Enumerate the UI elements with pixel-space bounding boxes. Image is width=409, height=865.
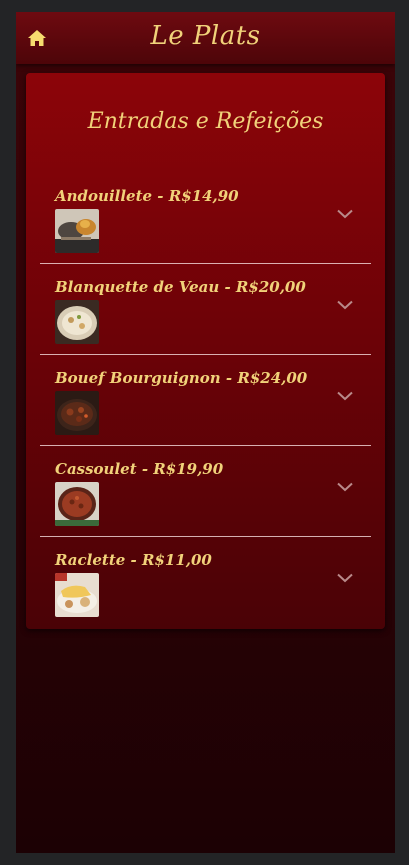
chevron-down-icon[interactable] [337, 300, 353, 310]
chevron-down-icon[interactable] [337, 391, 353, 401]
menu-item-andouillete[interactable]: Andouillete - R$14,90 [40, 173, 371, 264]
menu-item-blanquette-de-veau[interactable]: Blanquette de Veau - R$20,00 [40, 264, 371, 355]
menu-item-raclette[interactable]: Raclette - R$11,00 [40, 537, 371, 628]
chevron-down-icon[interactable] [337, 482, 353, 492]
menu-item-title: Andouillete - R$14,90 [55, 187, 239, 205]
menu-list: Andouillete - R$14,90 Blanquette de Veau… [40, 173, 371, 628]
dish-photo [55, 573, 99, 617]
dish-photo [55, 391, 99, 435]
menu-item-title: Raclette - R$11,00 [55, 551, 212, 569]
section-title: Entradas e Refeições [87, 109, 324, 134]
app-frame: Le Plats Entradas e Refeições Andouillet… [16, 12, 395, 853]
menu-item-title: Cassoulet - R$19,90 [55, 460, 224, 478]
menu-card: Entradas e Refeições Andouillete - R$14,… [26, 73, 385, 629]
dish-photo [55, 482, 99, 526]
menu-item-cassoulet[interactable]: Cassoulet - R$19,90 [40, 446, 371, 537]
chevron-down-icon[interactable] [337, 209, 353, 219]
brand-title[interactable]: Le Plats [16, 21, 395, 51]
top-navbar: Le Plats [16, 12, 395, 64]
dish-photo [55, 209, 99, 253]
menu-item-title: Blanquette de Veau - R$20,00 [55, 278, 306, 296]
menu-item-title: Bouef Bourguignon - R$24,00 [55, 369, 308, 387]
chevron-down-icon[interactable] [337, 573, 353, 583]
menu-item-bouef-bourguignon[interactable]: Bouef Bourguignon - R$24,00 [40, 355, 371, 446]
dish-photo [55, 300, 99, 344]
